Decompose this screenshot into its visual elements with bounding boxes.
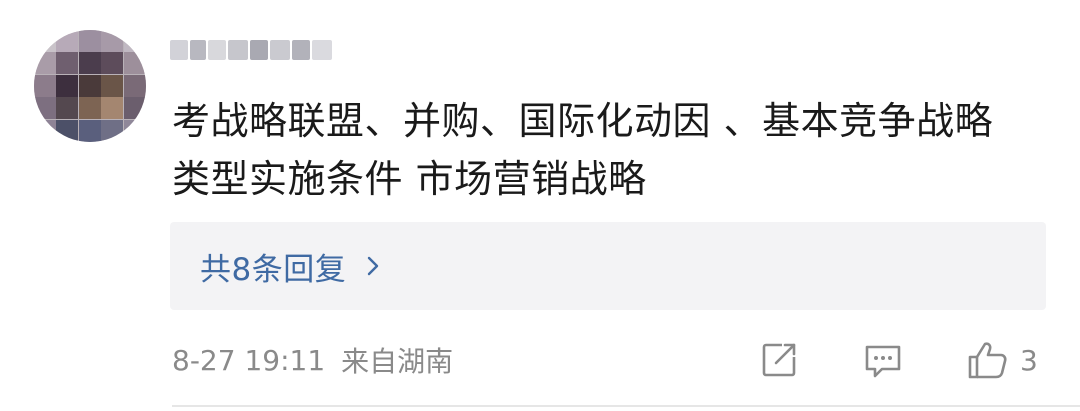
username-blur-block xyxy=(190,40,206,60)
like-count: 3 xyxy=(1020,343,1038,377)
avatar-pixel xyxy=(123,30,146,52)
avatar-pixel xyxy=(56,97,79,120)
avatar-pixel xyxy=(56,74,79,97)
share-icon xyxy=(762,343,796,377)
avatar-pixel xyxy=(101,30,124,52)
avatar-pixel xyxy=(78,119,101,142)
avatar-pixel xyxy=(78,52,101,75)
chevron-right-icon xyxy=(368,256,379,276)
avatar-pixel xyxy=(101,74,124,97)
avatar-pixel xyxy=(101,119,124,142)
avatar[interactable] xyxy=(34,30,146,142)
comment-icon xyxy=(865,345,901,378)
divider xyxy=(172,405,1080,407)
avatar-pixel xyxy=(34,119,56,142)
comment-item: 考战略联盟、并购、国际化动因 、基本竞争战略 类型实施条件 市场营销战略 共8条… xyxy=(0,0,1080,411)
avatar-pixel xyxy=(123,97,146,120)
avatar-pixel xyxy=(101,97,124,120)
replies-count-label: 共8条回复 xyxy=(200,251,347,288)
avatar-pixel xyxy=(34,30,56,52)
comment-text-line: 考战略联盟、并购、国际化动因 、基本竞争战略 xyxy=(172,99,994,143)
avatar-pixel xyxy=(123,52,146,75)
comment-date: 8-27 19:11 xyxy=(172,343,326,377)
comment-meta: 8-27 19:11 来自湖南 xyxy=(172,336,453,384)
thumbs-up-icon xyxy=(968,342,1007,379)
comment-location: 来自湖南 xyxy=(341,345,454,378)
comment-text-line: 类型实施条件 市场营销战略 xyxy=(172,157,647,201)
avatar-pixel xyxy=(56,30,79,52)
comment-text: 考战略联盟、并购、国际化动因 、基本竞争战略 类型实施条件 市场营销战略 xyxy=(172,92,1052,208)
like-button[interactable]: 3 xyxy=(966,336,1038,384)
view-replies-button[interactable]: 共8条回复 xyxy=(170,222,1046,310)
avatar-pixel xyxy=(101,52,124,75)
avatar-pixel xyxy=(78,30,101,52)
username-blur-block xyxy=(208,40,226,60)
username-blur-block xyxy=(270,40,290,60)
username-blur-block xyxy=(250,40,268,60)
reply-button[interactable] xyxy=(862,336,904,384)
avatar-pixel xyxy=(34,74,56,97)
avatar-pixel xyxy=(34,97,56,120)
username-blurred[interactable] xyxy=(170,34,340,66)
avatar-pixel xyxy=(56,119,79,142)
username-blur-block xyxy=(170,40,188,60)
avatar-pixel xyxy=(123,74,146,97)
username-blur-block xyxy=(292,40,310,60)
avatar-pixel xyxy=(78,97,101,120)
username-blur-block xyxy=(312,40,332,60)
username-blur-block xyxy=(228,40,248,60)
avatar-pixel xyxy=(56,52,79,75)
avatar-pixel xyxy=(123,119,146,142)
share-button[interactable] xyxy=(758,336,800,384)
avatar-pixel xyxy=(78,74,101,97)
avatar-pixel xyxy=(34,52,56,75)
